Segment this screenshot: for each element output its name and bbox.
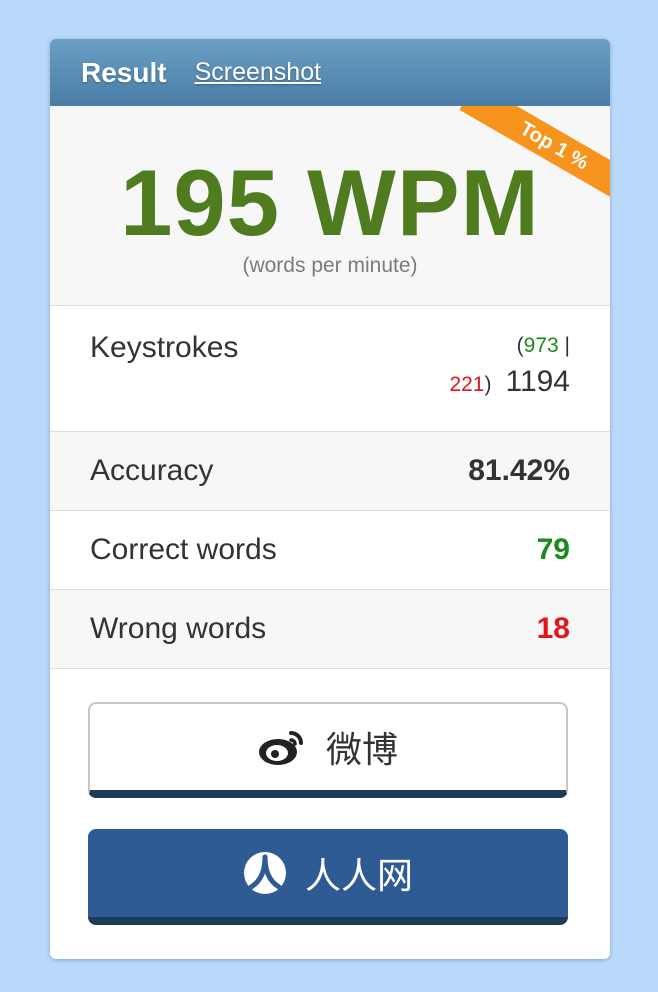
keystrokes-label: Keystrokes [90,331,239,364]
weibo-icon [258,727,308,767]
keystrokes-total: 1194 [505,365,570,398]
wpm-unit: (words per minute) [242,254,418,277]
keystrokes-row: Keystrokes (973 | 221) 1194 [50,306,610,432]
weibo-label: 微博 [325,729,398,770]
wrong-words-label: Wrong words [90,612,267,645]
keystrokes-separator: | [564,334,570,357]
result-header: Result Screenshot [50,39,610,106]
keystrokes-wrong: 221 [449,373,485,396]
screenshot-link[interactable]: Screenshot [195,58,321,87]
correct-words-label: Correct words [90,533,277,566]
keystrokes-correct: 973 [523,334,559,357]
open-paren: ( [516,334,524,357]
accuracy-value: 81.42% [468,454,570,487]
keystrokes-detail: (973 | 221) 1194 [449,328,570,403]
renren-share-button[interactable]: 人人网 [88,829,568,925]
renren-label: 人人网 [304,855,413,896]
wpm-value: 195 WPM [120,150,540,255]
wrong-words-row: Wrong words 18 [50,590,610,669]
result-title: Result [81,56,167,88]
wrong-words-value: 18 [536,612,570,645]
accuracy-label: Accuracy [90,454,214,487]
correct-words-value: 79 [536,533,570,566]
correct-words-row: Correct words 79 [50,511,610,590]
wpm-panel: 195 WPM (words per minute) Top 1 % [50,106,610,306]
close-paren: ) [484,373,492,396]
renren-icon [243,851,287,895]
accuracy-row: Accuracy 81.42% [50,432,610,511]
weibo-share-button[interactable]: 微博 [88,702,568,798]
result-card: Result Screenshot 195 WPM (words per min… [50,39,610,959]
